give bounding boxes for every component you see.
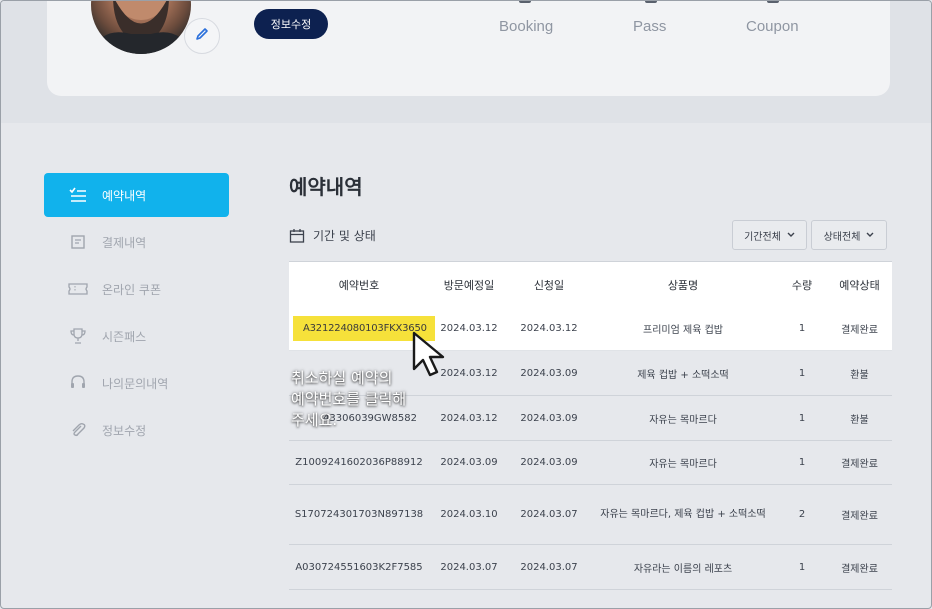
sidebar: 예약내역 결제내역 온라인 쿠폰 시즌패스 나의문의내역 정보수정 xyxy=(44,173,229,455)
table-row[interactable]: Z1009241602036P88912 2024.03.09 2024.03.… xyxy=(289,441,892,485)
pencil-icon xyxy=(194,26,210,46)
paperclip-icon xyxy=(68,420,88,440)
quantity: 1 xyxy=(798,457,806,468)
reservation-status: 결제완료 xyxy=(841,563,878,575)
chevron-down-icon xyxy=(866,230,874,241)
product-name: 자유는 목마르다 xyxy=(649,459,717,470)
page-title: 예약내역 xyxy=(289,175,363,199)
sidebar-item-label: 시즌패스 xyxy=(102,329,147,344)
product-name: 자유는 목마르다, 제육 컵밥 + 소떡소떡 xyxy=(600,509,766,520)
receipt-icon xyxy=(68,232,88,252)
sidebar-item-label: 예약내역 xyxy=(102,188,147,203)
reservation-status: 결제완료 xyxy=(841,325,878,336)
sidebar-item-label: 나의문의내역 xyxy=(102,376,169,391)
quantity: 2 xyxy=(798,509,806,520)
reservation-status: 환불 xyxy=(850,369,869,381)
product-name: 자유라는 이름의 레포츠 xyxy=(633,563,733,575)
trophy-icon xyxy=(68,326,88,346)
visit-date: 2024.03.10 xyxy=(440,509,498,520)
quantity: 1 xyxy=(798,412,806,424)
reservation-status: 환불 xyxy=(850,414,869,426)
period-dropdown[interactable]: 기간전체 xyxy=(732,220,807,250)
quantity: 1 xyxy=(798,561,806,573)
mouse-pointer-icon xyxy=(409,329,461,383)
sidebar-item-edit-info[interactable]: 정보수정 xyxy=(44,408,229,452)
sidebar-item-label: 정보수정 xyxy=(102,423,147,438)
header-visit-date: 방문예정일 xyxy=(443,278,495,292)
reservation-number-link[interactable]: Z1009241602036P88912 xyxy=(289,457,429,468)
coupon-count-mark xyxy=(767,1,779,3)
header-product: 상품명 xyxy=(667,278,699,292)
reservation-number-link[interactable]: S170724301703N897138 xyxy=(289,509,429,520)
header-reservation-no: 예약번호 xyxy=(338,278,380,292)
stat-pass-label[interactable]: Pass xyxy=(633,18,666,35)
sidebar-item-payments[interactable]: 결제내역 xyxy=(44,220,229,264)
reservation-number-link[interactable]: A321224080103FKX3650 xyxy=(289,316,435,341)
product-name: 프리미엄 제육 컵밥 xyxy=(643,325,723,336)
page-frame: 정보수정 Booking Pass Coupon 예약내역 결제내역 온라인 쿠… xyxy=(0,0,932,609)
reservation-status: 결제완료 xyxy=(841,511,878,522)
stat-coupon-label[interactable]: Coupon xyxy=(746,18,799,35)
visit-date: 2024.03.09 xyxy=(440,457,498,468)
chevron-down-icon xyxy=(787,230,795,241)
filter-label-text: 기간 및 상태 xyxy=(313,229,376,243)
pass-count-mark xyxy=(645,1,657,3)
table-header: 예약번호 방문예정일 신청일 상품명 수량 예약상태 xyxy=(289,261,892,307)
apply-date: 2024.03.07 xyxy=(520,509,578,520)
product-name: 자유는 목마르다 xyxy=(649,414,717,426)
quantity: 1 xyxy=(798,367,806,379)
header-status: 예약상태 xyxy=(839,278,880,292)
header-quantity: 수량 xyxy=(791,278,813,292)
filter-label: 기간 및 상태 xyxy=(289,227,376,244)
apply-date: 2024.03.12 xyxy=(520,323,578,334)
apply-date: 2024.03.09 xyxy=(520,367,578,379)
checklist-icon xyxy=(68,185,88,205)
apply-date: 2024.03.09 xyxy=(520,457,578,468)
visit-date: 2024.03.07 xyxy=(440,561,498,573)
sidebar-item-label: 결제내역 xyxy=(102,235,147,250)
reservation-status: 결제완료 xyxy=(841,459,878,470)
callout-line-3: 주세요. xyxy=(291,411,338,429)
booking-count-mark xyxy=(519,1,531,3)
quantity: 1 xyxy=(798,323,806,334)
sidebar-item-online-coupon[interactable]: 온라인 쿠폰 xyxy=(44,267,229,311)
ticket-icon xyxy=(68,279,88,299)
callout-line-2: 예약번호를 클릭해 xyxy=(291,390,407,408)
sidebar-item-reservations[interactable]: 예약내역 xyxy=(44,173,229,217)
calendar-icon xyxy=(289,228,305,244)
profile-edit-button[interactable]: 정보수정 xyxy=(254,9,328,39)
status-dropdown-value: 상태전체 xyxy=(823,231,861,243)
status-dropdown[interactable]: 상태전체 xyxy=(811,220,887,250)
table-row[interactable]: S170724301703N897138 2024.03.10 2024.03.… xyxy=(289,485,892,545)
stat-booking-label[interactable]: Booking xyxy=(499,18,553,35)
apply-date: 2024.03.09 xyxy=(520,412,578,424)
headset-icon xyxy=(68,373,88,393)
product-name: 제육 컵밥 + 소떡소떡 xyxy=(637,369,729,381)
reservation-number-link[interactable]: A030724551603K2F7585 xyxy=(289,562,429,573)
sidebar-item-label: 온라인 쿠폰 xyxy=(102,282,162,297)
sidebar-item-season-pass[interactable]: 시즌패스 xyxy=(44,314,229,358)
sidebar-item-my-inquiries[interactable]: 나의문의내역 xyxy=(44,361,229,405)
header-apply-date: 신청일 xyxy=(533,278,565,292)
table-row[interactable]: A030724551603K2F7585 2024.03.07 2024.03.… xyxy=(289,545,892,590)
avatar-edit-button[interactable] xyxy=(184,18,220,54)
apply-date: 2024.03.07 xyxy=(520,561,578,573)
period-dropdown-value: 기간전체 xyxy=(744,231,781,243)
table-row[interactable]: A321224080103FKX3650 2024.03.12 2024.03.… xyxy=(289,307,892,351)
